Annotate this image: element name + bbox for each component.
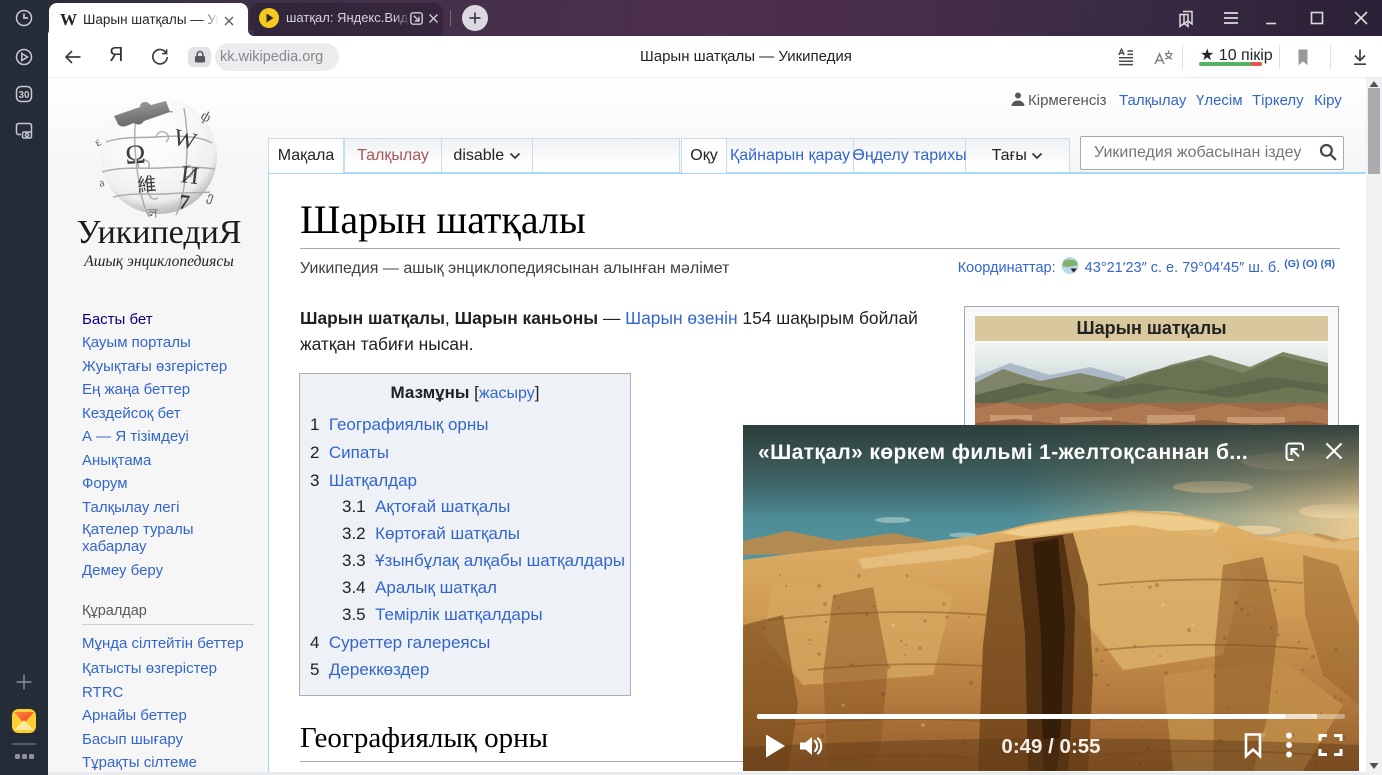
svg-text:ე: ე: [205, 189, 216, 206]
svg-text:Ω: Ω: [124, 139, 146, 170]
svg-text:И: И: [179, 161, 200, 190]
svg-text:30: 30: [18, 90, 30, 101]
svg-text:維: 維: [137, 173, 158, 197]
